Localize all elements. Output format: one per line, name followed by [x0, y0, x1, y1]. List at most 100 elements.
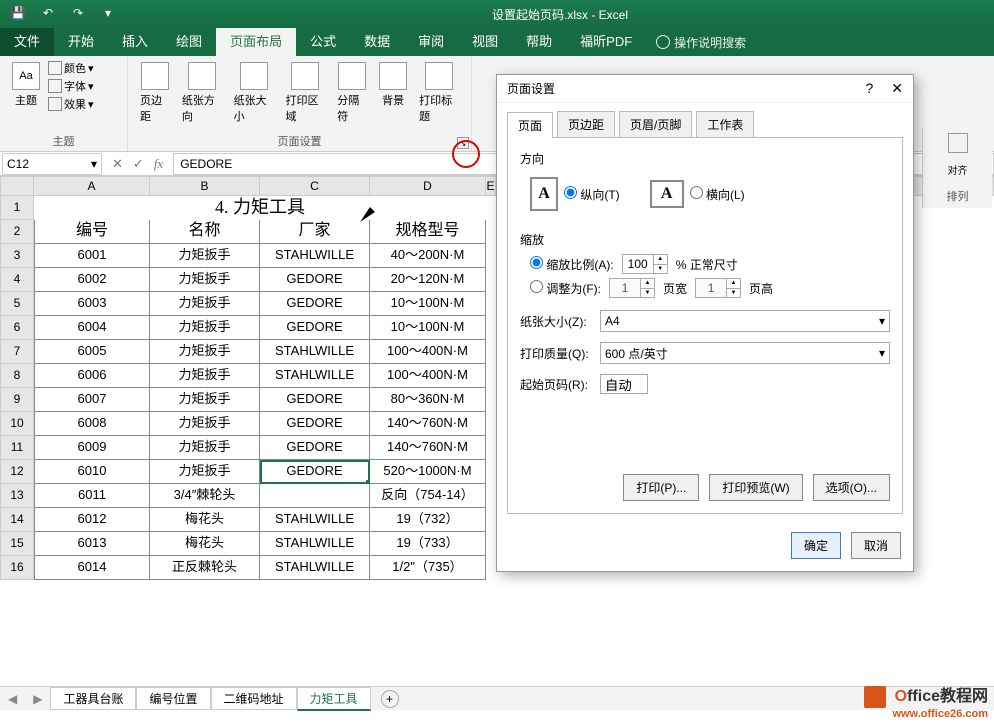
- cell[interactable]: 20～120N·M: [370, 268, 486, 292]
- cell[interactable]: 6011: [34, 484, 150, 508]
- row-header[interactable]: 5: [0, 292, 34, 316]
- col-header[interactable]: D: [370, 176, 486, 196]
- cell[interactable]: STAHLWILLE: [260, 532, 370, 556]
- row-header[interactable]: 7: [0, 340, 34, 364]
- page-setup-3[interactable]: 打印区域: [281, 60, 329, 126]
- portrait-radio[interactable]: 纵向(T): [564, 186, 620, 203]
- print-button[interactable]: 打印(P)...: [623, 474, 699, 501]
- cell[interactable]: 1/2"（735）: [370, 556, 486, 580]
- row-header[interactable]: 16: [0, 556, 34, 580]
- cancel-formula-icon[interactable]: ✕: [112, 156, 123, 172]
- close-icon[interactable]: ✕: [891, 80, 903, 97]
- cell[interactable]: 19（733）: [370, 532, 486, 556]
- page-setup-0[interactable]: 页边距: [136, 60, 174, 126]
- col-header[interactable]: C: [260, 176, 370, 196]
- undo-icon[interactable]: ↶: [40, 6, 56, 22]
- cell[interactable]: 100～400N·M: [370, 340, 486, 364]
- cell[interactable]: 140～760N·M: [370, 412, 486, 436]
- cell[interactable]: 梅花头: [150, 508, 260, 532]
- cell[interactable]: 6006: [34, 364, 150, 388]
- tab-home[interactable]: 开始: [54, 28, 108, 56]
- tab-data[interactable]: 数据: [350, 28, 404, 56]
- cell[interactable]: 力矩扳手: [150, 412, 260, 436]
- row-header[interactable]: 6: [0, 316, 34, 340]
- tab-view[interactable]: 视图: [458, 28, 512, 56]
- row-header[interactable]: 14: [0, 508, 34, 532]
- cell[interactable]: 正反棘轮头: [150, 556, 260, 580]
- cell[interactable]: 3/4″棘轮头: [150, 484, 260, 508]
- cell[interactable]: 力矩扳手: [150, 244, 260, 268]
- sheet-nav-prev-icon[interactable]: ◀: [0, 692, 25, 706]
- cell[interactable]: 6012: [34, 508, 150, 532]
- cancel-button[interactable]: 取消: [851, 532, 901, 559]
- cell[interactable]: 6010: [34, 460, 150, 484]
- row-header[interactable]: 12: [0, 460, 34, 484]
- col-header[interactable]: E: [486, 176, 496, 196]
- cell[interactable]: 10～100N·M: [370, 292, 486, 316]
- col-header[interactable]: A: [34, 176, 150, 196]
- cell[interactable]: GEDORE: [260, 316, 370, 340]
- sheet-tab[interactable]: 二维码地址: [211, 687, 297, 710]
- tab-file[interactable]: 文件: [0, 28, 54, 56]
- fit-height-spinner[interactable]: ▲▼: [695, 278, 741, 298]
- cell[interactable]: 力矩扳手: [150, 316, 260, 340]
- cell[interactable]: 力矩扳手: [150, 436, 260, 460]
- cell[interactable]: 140～760N·M: [370, 436, 486, 460]
- effects-button[interactable]: 效果▾: [48, 96, 94, 112]
- row-header[interactable]: 4: [0, 268, 34, 292]
- cell[interactable]: GEDORE: [260, 412, 370, 436]
- qat-customize-icon[interactable]: ▾: [100, 6, 116, 22]
- page-setup-1[interactable]: 纸张方向: [178, 60, 226, 126]
- col-header[interactable]: B: [150, 176, 260, 196]
- first-page-input[interactable]: [600, 374, 648, 394]
- cell[interactable]: 80～360N·M: [370, 388, 486, 412]
- cell[interactable]: 10～100N·M: [370, 316, 486, 340]
- row-header[interactable]: 10: [0, 412, 34, 436]
- row-header[interactable]: 1: [0, 196, 34, 220]
- help-icon[interactable]: ?: [865, 80, 873, 97]
- fit-to-radio[interactable]: 调整为(F):: [530, 280, 601, 297]
- tell-me[interactable]: 操作说明搜索: [656, 34, 746, 51]
- name-box[interactable]: C12 ▾: [2, 153, 102, 175]
- cell[interactable]: 力矩扳手: [150, 268, 260, 292]
- cell[interactable]: 6004: [34, 316, 150, 340]
- cell[interactable]: STAHLWILLE: [260, 340, 370, 364]
- fit-width-spinner[interactable]: ▲▼: [609, 278, 655, 298]
- fonts-button[interactable]: 字体▾: [48, 78, 94, 94]
- cell[interactable]: 梅花头: [150, 532, 260, 556]
- cell[interactable]: 6001: [34, 244, 150, 268]
- row-header[interactable]: 2: [0, 220, 34, 244]
- table-header[interactable]: 编号: [34, 220, 150, 244]
- tab-foxit[interactable]: 福昕PDF: [566, 28, 646, 56]
- paper-size-select[interactable]: A4▾: [600, 310, 890, 332]
- chevron-down-icon[interactable]: ▾: [91, 157, 97, 171]
- cell[interactable]: 6013: [34, 532, 150, 556]
- row-header[interactable]: 11: [0, 436, 34, 460]
- cell[interactable]: [260, 484, 370, 508]
- tab-insert[interactable]: 插入: [108, 28, 162, 56]
- sheet-tab-active[interactable]: 力矩工具: [297, 687, 371, 711]
- colors-button[interactable]: 颜色▾: [48, 60, 94, 76]
- page-setup-2[interactable]: 纸张大小: [230, 60, 278, 126]
- sheet-nav-next-icon[interactable]: ▶: [25, 692, 50, 706]
- tab-margins[interactable]: 页边距: [557, 111, 615, 137]
- cell[interactable]: 力矩扳手: [150, 292, 260, 316]
- cell[interactable]: 力矩扳手: [150, 388, 260, 412]
- cell[interactable]: 力矩扳手: [150, 340, 260, 364]
- options-button[interactable]: 选项(O)...: [813, 474, 890, 501]
- page-setup-5[interactable]: 背景: [375, 60, 411, 110]
- fx-icon[interactable]: fx: [154, 156, 163, 172]
- cell[interactable]: 6002: [34, 268, 150, 292]
- zoom-ratio-spinner[interactable]: ▲▼: [622, 254, 668, 274]
- cell[interactable]: STAHLWILLE: [260, 364, 370, 388]
- row-header[interactable]: 15: [0, 532, 34, 556]
- redo-icon[interactable]: ↷: [70, 6, 86, 22]
- tab-sheet[interactable]: 工作表: [696, 111, 754, 137]
- cell[interactable]: 6005: [34, 340, 150, 364]
- adjust-ratio-radio[interactable]: 缩放比例(A):: [530, 256, 614, 273]
- print-preview-button[interactable]: 打印预览(W): [709, 474, 802, 501]
- align-icon[interactable]: [948, 133, 968, 153]
- cell[interactable]: 100～400N·M: [370, 364, 486, 388]
- row-header[interactable]: 9: [0, 388, 34, 412]
- cell[interactable]: 6009: [34, 436, 150, 460]
